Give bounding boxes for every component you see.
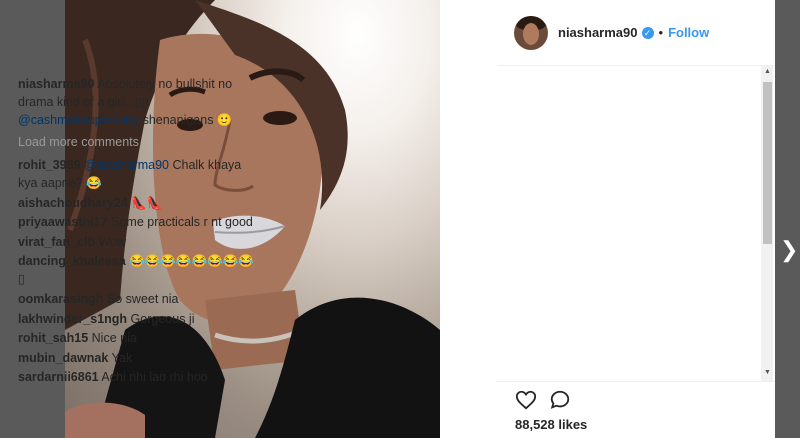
comment-username[interactable]: rohit_3989 [18, 158, 81, 172]
comments-list[interactable]: niasharma90 Absolutely no bullshit no dr… [18, 75, 260, 381]
comment-text: Gorgeous ji [130, 311, 195, 326]
chevron-right-icon[interactable]: ❯ [780, 237, 798, 263]
comment-text: Some practicals r nt good [111, 215, 253, 230]
post-username[interactable]: niasharma90 [558, 25, 638, 40]
comment-username[interactable]: dancing_khaleesa [18, 254, 126, 268]
caption-username[interactable]: niasharma90 [18, 77, 94, 91]
comment-row: lakhwinder_s1ngh Gorgeous ji [18, 310, 260, 328]
verified-badge-icon: ✓ [641, 26, 654, 39]
avatar[interactable] [514, 15, 548, 50]
media-gap [440, 0, 497, 438]
comment-text: Yak [111, 350, 133, 365]
load-more-comments-link[interactable]: Load more comments [18, 133, 260, 151]
comment-row: dancing_khaleesa 😂😂😂😂😂😂😂😂▯ [18, 252, 260, 288]
comment-mention[interactable]: @niasharma90 [84, 158, 169, 172]
heart-icon[interactable] [515, 389, 537, 416]
header-separator: • [658, 25, 664, 40]
comment-bubble-icon[interactable] [549, 389, 571, 416]
follow-button[interactable]: Follow [668, 25, 709, 40]
comment-text: So sweet nia [106, 291, 179, 306]
post-header: niasharma90 ✓ • Follow [497, 0, 775, 66]
comment-row: priyaawasthi17 Some practicals r nt good [18, 213, 260, 231]
post-actions [515, 389, 571, 416]
comment-text: Wow [98, 234, 127, 249]
comment-username[interactable]: lakhwinder_s1ngh [18, 312, 127, 326]
comment-row: rohit_sah15 Nice nia [18, 329, 260, 347]
comment-row: sardarnii6861 Achi nhi lag rhi hoo [18, 368, 260, 381]
comment-username[interactable]: priyaawasthi17 [18, 215, 108, 229]
scrollbar-thumb[interactable] [763, 82, 772, 244]
post-side-panel: niasharma90 ✓ • Follow [497, 0, 775, 438]
comment-username[interactable]: rohit_sah15 [18, 331, 88, 345]
caption-boxes: ▯▯ [134, 95, 149, 109]
scroll-down-icon[interactable]: ▼ [763, 369, 772, 376]
comment-username[interactable]: aishachoudhary24 [18, 196, 128, 210]
comment-username[interactable]: virat_fan_clb [18, 235, 95, 249]
comment-row: aishachoudhary24 👠👠 [18, 194, 260, 212]
comment-username[interactable]: mubin_dawnak [18, 351, 108, 365]
comment-username[interactable]: oomkarasingh [18, 292, 103, 306]
comment-text: Nice nia [91, 331, 137, 346]
comment-text: Achi nhi lag rhi hoo [101, 370, 208, 381]
comment-row: rohit_3989 @niasharma90 Chalk khaya kya … [18, 156, 260, 192]
caption-tail: shenanigans 🙂 [142, 113, 233, 127]
caption-mention[interactable]: @cashmakeupartistry [18, 113, 139, 127]
comment-username[interactable]: sardarnii6861 [18, 370, 99, 381]
comment-row: mubin_dawnak Yak [18, 349, 260, 367]
actions-divider [497, 381, 775, 382]
comment-row: virat_fan_clb Wow [18, 233, 260, 251]
comment-row: oomkarasingh So sweet nia [18, 290, 260, 308]
scroll-up-icon[interactable]: ▲ [763, 68, 772, 75]
comment-text: 👠👠 [131, 195, 163, 210]
likes-count[interactable]: 88,528 likes [515, 417, 587, 432]
caption: niasharma90 Absolutely no bullshit no dr… [18, 75, 260, 129]
